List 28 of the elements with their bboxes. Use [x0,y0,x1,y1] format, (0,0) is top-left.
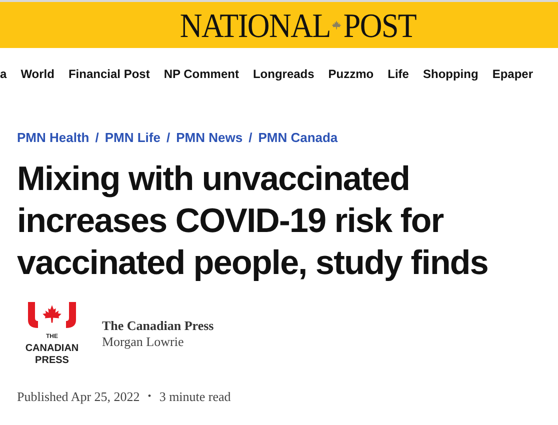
nav-link[interactable]: Financial Post [68,68,150,80]
read-time: 3 minute read [159,388,231,406]
nav-link[interactable]: a [0,68,7,80]
author-name[interactable]: Morgan Lowrie [102,334,214,350]
logo-text[interactable]: POST [343,8,416,42]
nav-link[interactable]: NP Comment [164,68,239,80]
breadcrumb-separator: / [166,129,170,147]
nav-link[interactable]: World [20,68,54,80]
breadcrumb-separator: / [248,129,252,147]
logo-text: PRESS [35,354,69,366]
breadcrumb-link[interactable]: PMN Canada [258,128,338,148]
nav-link[interactable]: Epaper [492,68,533,80]
maple-leaf-brackets-icon [27,302,77,328]
separator-dot: • [148,390,152,404]
nav-link[interactable]: Puzzmo [328,68,374,80]
publish-date: Published Apr 25, 2022 [17,388,140,406]
headline: Mixing with unvaccinated increases COVID-19 risk for vaccinated people, study finds [17,158,490,284]
maple-leaf-icon [331,20,342,30]
nav-link[interactable]: Shopping [422,68,478,80]
nav-link[interactable]: Longreads [252,68,314,80]
breadcrumb-link[interactable]: PMN News [176,128,243,148]
breadcrumb-link[interactable]: PMN Life [104,128,160,148]
logo-text[interactable]: NATIONAL [180,8,330,42]
breadcrumb-link[interactable]: PMN Health [17,128,90,148]
nav-link[interactable]: Life [388,68,409,80]
logo-text: CANADIAN [25,342,79,354]
breadcrumb-separator: / [95,129,99,147]
source-name[interactable]: The Canadian Press [102,318,214,334]
